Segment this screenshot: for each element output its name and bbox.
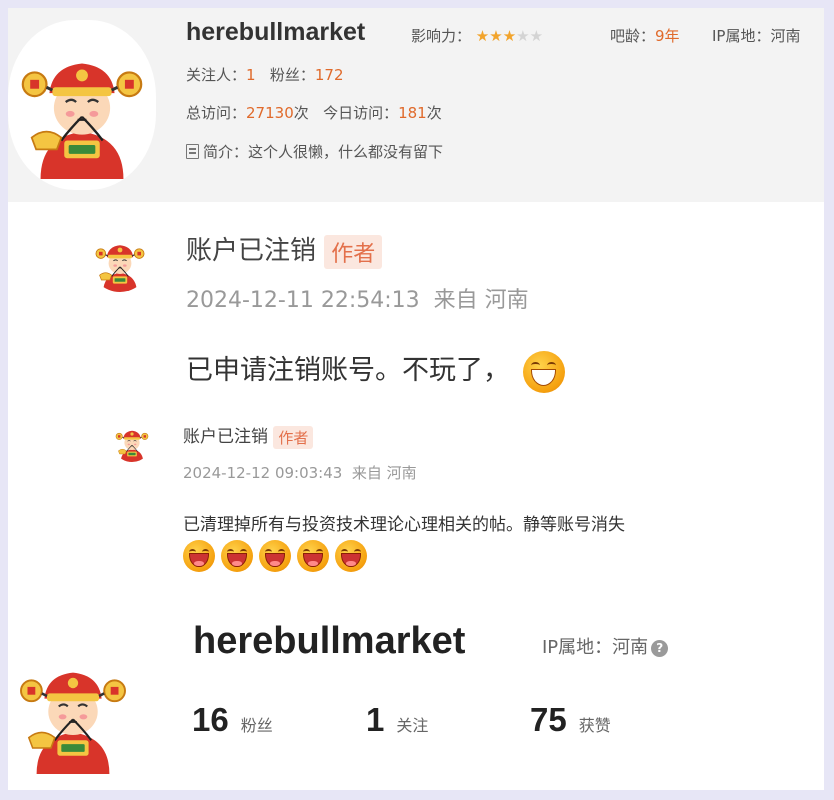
comment-body: 已申请注销账号。不玩了， — [186, 348, 565, 393]
author-badge: 作者 — [324, 234, 383, 269]
reply-body: 已清理掉所有与投资技术理论心理相关的帖。静等账号消失 — [183, 510, 625, 535]
reply-meta: 2024-12-12 09:03:43 来自 河南 — [183, 462, 417, 483]
comment-avatar[interactable] — [90, 232, 150, 292]
avatar-image — [8, 20, 156, 190]
comment-time: 2024-12-11 22:54:13 — [186, 288, 420, 313]
comment-avatar-image — [90, 232, 150, 292]
comment-username[interactable]: 账户已注销 — [186, 236, 316, 266]
total-visits-label: 总访问： — [186, 104, 247, 122]
stat-likes-label: 获赞 — [578, 716, 611, 735]
star-icon: ★ — [516, 27, 530, 45]
stat-likes-value: 75 — [530, 701, 567, 738]
stat-likes[interactable]: 75 获赞 — [530, 701, 611, 739]
today-visits-unit: 次 — [426, 104, 442, 122]
bar-age: 吧龄：9年 — [610, 25, 680, 46]
laugh-emoji-icon — [335, 540, 367, 572]
grin-emoji-icon — [522, 350, 565, 393]
profile-avatar[interactable] — [8, 20, 156, 190]
profile-header: herebullmarket 影响力： ★★★★★ 吧龄：9年 IP属地：河南 … — [8, 8, 824, 202]
fans-count[interactable]: 172 — [315, 66, 344, 84]
stat-following-value: 1 — [366, 701, 385, 738]
stat-following[interactable]: 1 关注 — [366, 701, 428, 739]
stat-fans-label: 粉丝 — [240, 716, 273, 735]
ip-location: IP属地：河南 — [712, 25, 801, 46]
star-icon: ★ — [502, 27, 517, 45]
reply-author-badge: 作者 — [273, 425, 314, 449]
reply-avatar[interactable] — [112, 422, 152, 462]
star-icon: ★ — [529, 27, 544, 45]
comment-text: 已申请注销账号。不玩了， — [186, 355, 510, 386]
profile-username[interactable]: herebullmarket — [186, 18, 365, 47]
bottom-ip-text: IP属地：河南 — [542, 637, 649, 658]
today-visits-value: 181 — [398, 104, 427, 122]
comment-header: 账户已注销 作者 — [186, 230, 383, 269]
note-icon — [186, 144, 199, 159]
bottom-username[interactable]: herebullmarket — [193, 620, 465, 663]
laugh-emoji-icon — [221, 540, 253, 572]
bio-label: 简介： — [203, 143, 249, 161]
bio-row: 简介：这个人很懒，什么都没有留下 — [186, 141, 443, 162]
comment-location: 来自 河南 — [433, 288, 529, 313]
bottom-avatar-image — [8, 634, 138, 784]
reply-avatar-image — [112, 422, 152, 462]
influence-row: 影响力： ★★★★★ — [411, 25, 543, 46]
bottom-avatar[interactable] — [8, 634, 138, 784]
laugh-emoji-icon — [183, 540, 215, 572]
ip-value: 河南 — [770, 27, 801, 45]
laugh-emoji-icon — [297, 540, 329, 572]
stat-fans[interactable]: 16 粉丝 — [192, 701, 273, 739]
total-visits-unit: 次 — [293, 104, 309, 122]
reply-time: 2024-12-12 09:03:43 — [183, 464, 343, 482]
reply-text: 已清理掉所有与投资技术理论心理相关的帖。静等账号消失 — [183, 515, 625, 535]
fans-label: 粉丝： — [269, 66, 315, 84]
comment-meta: 2024-12-11 22:54:13 来自 河南 — [186, 282, 529, 314]
star-icon: ★ — [489, 27, 503, 45]
ip-label: IP属地： — [712, 27, 771, 45]
stat-fans-value: 16 — [192, 701, 229, 738]
follow-row: 关注人：1 粉丝：172 — [186, 64, 344, 85]
following-label: 关注人： — [186, 66, 247, 84]
total-visits-value: 27130 — [246, 104, 294, 122]
question-icon[interactable]: ? — [651, 640, 669, 657]
screenshot-frame: herebullmarket 影响力： ★★★★★ 吧龄：9年 IP属地：河南 … — [8, 8, 824, 790]
laugh-emoji-icon — [259, 540, 291, 572]
stat-following-label: 关注 — [396, 716, 429, 735]
bottom-ip: IP属地：河南? — [542, 633, 669, 659]
reply-location: 来自 河南 — [351, 464, 417, 482]
influence-stars: ★★★★★ — [476, 27, 543, 45]
bar-age-label: 吧龄： — [610, 27, 656, 45]
bio-text: 这个人很懒，什么都没有留下 — [248, 143, 444, 161]
visits-row: 总访问：27130次 今日访问：181次 — [186, 102, 442, 123]
today-visits-label: 今日访问： — [323, 104, 399, 122]
bar-age-value: 9年 — [655, 27, 680, 45]
reply-username[interactable]: 账户已注销 — [183, 427, 268, 447]
star-icon: ★ — [475, 27, 490, 45]
influence-label: 影响力： — [411, 27, 472, 45]
reply-emoji-row — [183, 540, 373, 578]
following-count[interactable]: 1 — [246, 66, 256, 84]
reply-header: 账户已注销 作者 — [183, 422, 314, 449]
